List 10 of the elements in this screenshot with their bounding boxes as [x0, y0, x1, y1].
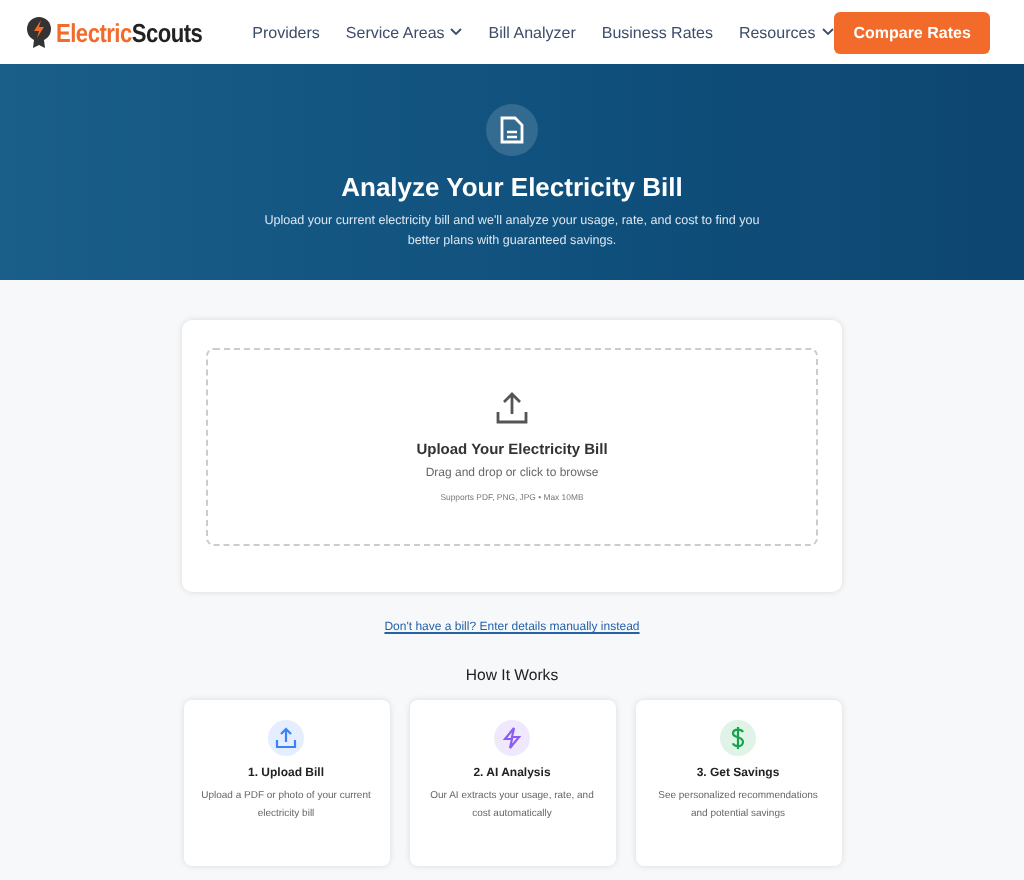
logo-text[interactable]: ElectricScouts: [56, 17, 203, 47]
nav-link[interactable]: Service Areas: [345, 23, 463, 41]
logo-icon: [26, 16, 52, 48]
document-icon: [486, 104, 538, 156]
nav-link[interactable]: Business Rates: [601, 23, 713, 41]
hero-title: Analyze Your Electricity Bill: [341, 172, 683, 202]
nav-link[interactable]: Providers: [252, 23, 320, 41]
nav-link[interactable]: Bill Analyzer: [488, 23, 576, 41]
nav-link[interactable]: Resources: [738, 23, 834, 41]
upload-icon: [494, 390, 530, 426]
